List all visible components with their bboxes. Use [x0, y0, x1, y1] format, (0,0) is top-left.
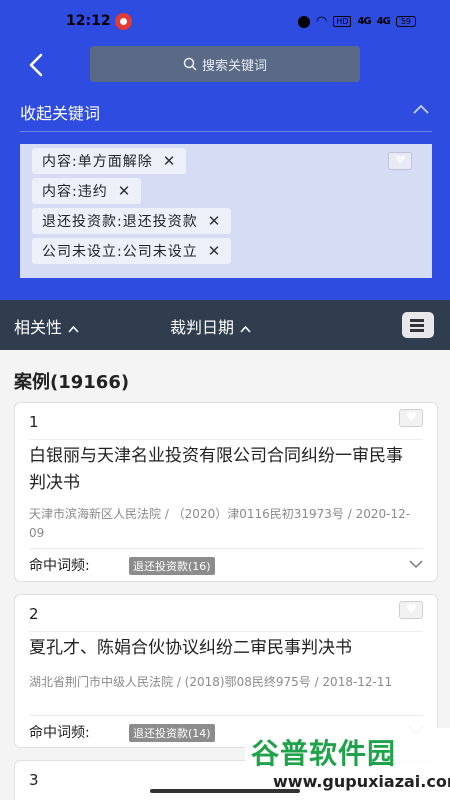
home-indicator[interactable] — [150, 789, 300, 793]
wifi-icon: ◠ — [315, 14, 328, 29]
case-card[interactable]: 1 白银丽与天津名业投资有限公司合同纠纷一审民事判决书 天津市滨海新区人民法院 … — [14, 402, 438, 582]
sort-bar: 相关性 裁判日期 — [0, 300, 450, 350]
case-number: 2 — [29, 605, 39, 623]
favorite-heart-icon[interactable] — [399, 409, 423, 427]
hit-badge: 退还投资款(16) — [129, 557, 215, 575]
notification-app-icon — [115, 13, 132, 30]
chevron-up-icon[interactable] — [412, 102, 430, 116]
chevron-down-icon[interactable] — [409, 559, 423, 569]
remove-tag-icon[interactable]: ✕ — [118, 182, 132, 200]
search-icon — [183, 57, 197, 71]
keywords-collapse-label: 收起关键词 — [20, 104, 101, 123]
nav-bar: 搜索关键词 — [0, 44, 450, 88]
alarm-icon — [297, 15, 310, 28]
remove-tag-icon[interactable]: ✕ — [208, 212, 222, 230]
back-arrow-icon[interactable] — [22, 50, 52, 80]
status-time: 12:12 — [66, 13, 111, 29]
keyword-tag-label: 内容:违约 — [42, 184, 108, 200]
hit-frequency-label: 命中词频: — [29, 725, 90, 741]
case-number: 3 — [29, 771, 39, 789]
keyword-tag[interactable]: 内容:单方面解除 ✕ — [32, 148, 187, 174]
case-card[interactable]: 2 夏孔才、陈娟合伙协议纠纷二审民事判决书 湖北省荆门市中级人民法院 / (20… — [14, 594, 438, 748]
status-bar: 12:12 ◠ HD 4G 4G 59 — [0, 0, 450, 44]
keyword-tag-label: 退还投资款:退还投资款 — [42, 214, 198, 230]
case-number: 1 — [29, 413, 39, 431]
hd-icon: HD — [333, 16, 352, 27]
case-meta: 天津市滨海新区人民法院 / （2020）津0116民初31973号 / 2020… — [29, 507, 411, 540]
divider — [29, 439, 423, 440]
case-title[interactable]: 白银丽与天津名业投资有限公司合同纠纷一审民事判决书 — [29, 443, 417, 497]
keyword-tag-label: 内容:单方面解除 — [42, 154, 153, 170]
sort-date[interactable]: 裁判日期 — [170, 314, 251, 338]
case-title[interactable]: 夏孔才、陈娟合伙协议纠纷二审民事判决书 — [29, 635, 417, 662]
keywords-header[interactable]: 收起关键词 — [20, 96, 432, 132]
case-count: 案例(19166) — [14, 372, 130, 393]
chevron-up-icon — [68, 325, 79, 333]
search-placeholder: 搜索关键词 — [201, 58, 267, 74]
signal-icon-2: 4G — [376, 16, 391, 27]
remove-tag-icon[interactable]: ✕ — [208, 242, 222, 260]
watermark-title: 谷普软件园 — [251, 737, 397, 770]
favorite-heart-icon[interactable] — [388, 152, 412, 170]
divider — [29, 715, 423, 716]
watermark-url: www.gupuxiazai.com — [273, 772, 450, 791]
keyword-tag[interactable]: 公司未设立:公司未设立 ✕ — [32, 238, 232, 264]
search-input[interactable]: 搜索关键词 — [90, 46, 360, 82]
chevron-up-icon — [240, 325, 251, 333]
case-meta: 湖北省荆门市中级人民法院 / (2018)鄂08民终975号 / 2018-12… — [29, 675, 393, 689]
filter-icon[interactable] — [402, 312, 434, 338]
hit-frequency-row[interactable]: 命中词频: 退还投资款(16) — [29, 555, 423, 575]
hit-frequency-label: 命中词频: — [29, 558, 90, 574]
keyword-tag[interactable]: 内容:违约 ✕ — [32, 178, 142, 204]
signal-icon: 4G — [357, 16, 371, 27]
divider — [29, 548, 423, 549]
keyword-tag[interactable]: 退还投资款:退还投资款 ✕ — [32, 208, 232, 234]
keyword-tag-label: 公司未设立:公司未设立 — [42, 244, 198, 260]
sort-date-label: 裁判日期 — [170, 318, 235, 337]
favorite-heart-icon[interactable] — [399, 601, 423, 619]
battery-icon: 59 — [395, 16, 416, 27]
keywords-panel: 内容:单方面解除 ✕ 内容:违约 ✕ 退还投资款:退还投资款 ✕ 公司未设立:公… — [20, 144, 432, 278]
sort-relevance[interactable]: 相关性 — [14, 314, 79, 338]
sort-relevance-label: 相关性 — [14, 318, 63, 337]
divider — [29, 631, 423, 632]
hit-badge: 退还投资款(14) — [129, 724, 215, 742]
status-icons: ◠ HD 4G 4G 59 — [297, 14, 416, 29]
remove-tag-icon[interactable]: ✕ — [163, 152, 177, 170]
